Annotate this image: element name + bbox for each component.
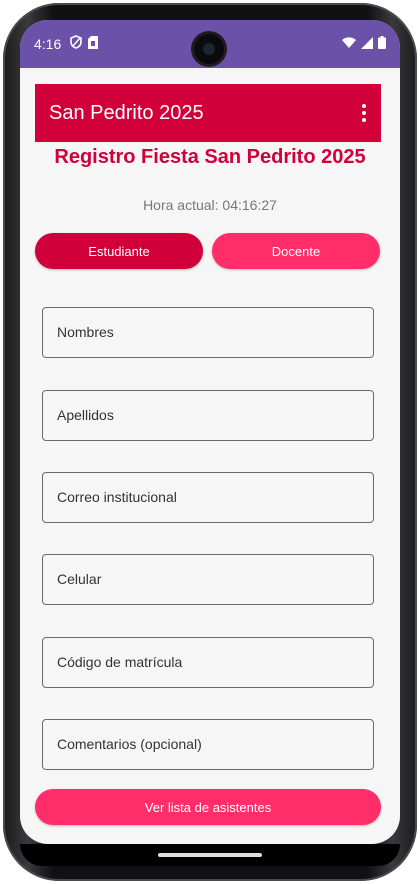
field-label: Código de matrícula xyxy=(57,654,183,670)
navigation-bar xyxy=(20,844,400,866)
overflow-menu-icon[interactable] xyxy=(361,104,367,122)
status-time: 4:16 xyxy=(34,36,62,52)
shield-icon xyxy=(70,35,82,49)
wifi-icon xyxy=(342,36,356,48)
comments-field[interactable]: Comentarios (opcional) xyxy=(42,719,374,770)
field-label: Nombres xyxy=(57,324,114,340)
status-bar: 4:16 xyxy=(20,20,400,68)
current-time-label: Hora actual: 04:16:27 xyxy=(143,197,277,213)
app-bar: San Pedrito 2025 xyxy=(35,84,381,142)
email-field[interactable]: Correo institucional xyxy=(42,472,374,523)
last-name-field[interactable]: Apellidos xyxy=(42,390,374,441)
phone-field[interactable]: Celular xyxy=(42,554,374,605)
field-label: Apellidos xyxy=(57,407,114,423)
battery-icon xyxy=(378,36,386,49)
field-label: Correo institucional xyxy=(57,489,177,505)
view-attendees-button[interactable]: Ver lista de asistentes xyxy=(35,789,381,825)
field-label: Celular xyxy=(57,571,102,587)
page-title: Registro Fiesta San Pedrito 2025 xyxy=(54,146,366,168)
first-name-field[interactable]: Nombres xyxy=(42,307,374,358)
sim-card-icon xyxy=(88,35,98,49)
signal-icon xyxy=(361,36,373,49)
front-camera xyxy=(194,34,224,64)
home-indicator[interactable] xyxy=(158,853,262,857)
app-screen: 4:16 San Pedrito 2025 Registro Fiesta Sa… xyxy=(20,20,400,844)
student-toggle-button[interactable]: Estudiante xyxy=(35,233,203,269)
teacher-toggle-button[interactable]: Docente xyxy=(212,233,380,269)
app-title: San Pedrito 2025 xyxy=(49,102,204,124)
enrollment-code-field[interactable]: Código de matrícula xyxy=(42,637,374,688)
field-label: Comentarios (opcional) xyxy=(57,736,202,752)
